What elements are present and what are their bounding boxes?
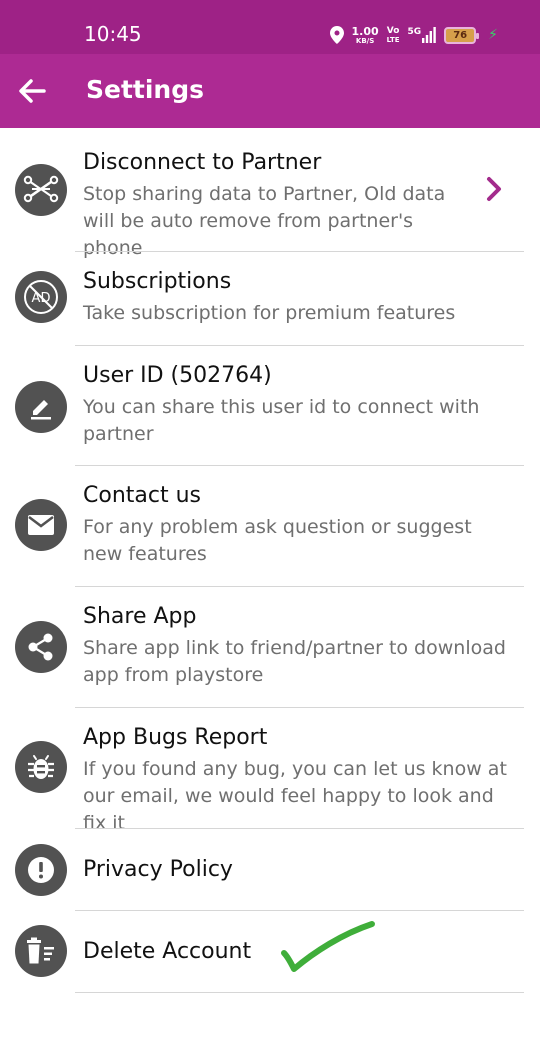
network-type: 5G	[407, 27, 422, 37]
settings-list: Disconnect to Partner Stop sharing data …	[0, 128, 540, 993]
settings-item-text: Subscriptions Take subscription for prem…	[83, 267, 514, 327]
volte-top: Vo	[386, 25, 400, 36]
settings-item-contact-us[interactable]: Contact us For any problem ask question …	[0, 466, 540, 587]
settings-item-disconnect-partner[interactable]: Disconnect to Partner Stop sharing data …	[0, 128, 540, 259]
volte-indicator: Vo LTE	[386, 25, 400, 44]
checkmark-icon	[281, 921, 375, 972]
settings-item-title: Privacy Policy	[83, 857, 233, 882]
location-icon	[329, 26, 344, 44]
settings-item-text: User ID (502764) You can share this user…	[83, 361, 514, 448]
app-bar: Settings	[0, 54, 540, 128]
settings-item-subtitle: Take subscription for premium features	[83, 302, 456, 324]
battery-indicator: 76	[444, 26, 480, 44]
settings-item-title: Contact us	[83, 483, 201, 508]
partner-disconnect-icon	[15, 164, 67, 216]
status-time: 10:45	[84, 22, 142, 46]
signal-bars-icon	[422, 27, 436, 43]
net-speed-value: 1.00	[351, 24, 379, 38]
exclamation-icon	[15, 844, 67, 896]
delete-account-icon	[15, 925, 67, 977]
settings-item-title: App Bugs Report	[83, 725, 268, 750]
bug-icon	[15, 741, 67, 793]
settings-item-text: App Bugs Report If you found any bug, yo…	[83, 723, 514, 837]
chevron-right-icon	[487, 177, 501, 201]
divider	[75, 992, 524, 993]
mail-icon	[15, 499, 67, 551]
settings-item-text: Share App Share app link to friend/partn…	[83, 602, 522, 689]
settings-item-title: Share App	[83, 604, 197, 629]
settings-item-text: Contact us For any problem ask question …	[83, 481, 514, 568]
page-title: Settings	[86, 75, 205, 104]
settings-item-bug-report[interactable]: App Bugs Report If you found any bug, yo…	[0, 708, 540, 834]
net-speed-unit: KB/S	[355, 36, 375, 45]
settings-item-subscriptions[interactable]: AD Subscriptions Take subscription for p…	[0, 252, 540, 346]
back-arrow-icon	[19, 79, 46, 103]
edit-pencil-icon	[15, 381, 67, 433]
settings-item-user-id[interactable]: User ID (502764) You can share this user…	[0, 346, 540, 466]
settings-item-subtitle: Stop sharing data to Partner, Old data w…	[83, 183, 446, 259]
volte-bottom: LTE	[386, 35, 400, 44]
signal-indicator: 5G	[408, 27, 437, 43]
back-button[interactable]	[10, 67, 54, 115]
no-ads-icon: AD	[15, 271, 67, 323]
charging-icon: ⚡	[488, 27, 498, 43]
settings-item-share-app[interactable]: Share App Share app link to friend/partn…	[0, 587, 540, 708]
status-bar: 10:45 1.00 KB/S Vo LTE 5G 76 ⚡	[0, 0, 540, 54]
settings-item-title: Subscriptions	[83, 269, 232, 294]
settings-item-delete-account[interactable]: Delete Account	[0, 911, 540, 993]
settings-item-privacy-policy[interactable]: Privacy Policy	[0, 829, 540, 911]
settings-item-text: Privacy Policy	[83, 855, 514, 885]
net-speed: 1.00 KB/S	[352, 26, 379, 45]
settings-item-title: User ID (502764)	[83, 363, 272, 388]
settings-item-subtitle: For any problem ask question or suggest …	[83, 516, 472, 565]
settings-item-subtitle: Share app link to friend/partner to down…	[83, 637, 506, 686]
settings-item-subtitle: You can share this user id to connect wi…	[83, 396, 480, 445]
settings-item-subtitle: If you found any bug, you can let us kno…	[83, 758, 507, 834]
status-icons: 1.00 KB/S Vo LTE 5G 76 ⚡	[329, 24, 498, 46]
settings-item-text: Disconnect to Partner Stop sharing data …	[83, 148, 460, 262]
share-icon	[15, 621, 67, 673]
settings-item-title: Disconnect to Partner	[83, 150, 322, 175]
